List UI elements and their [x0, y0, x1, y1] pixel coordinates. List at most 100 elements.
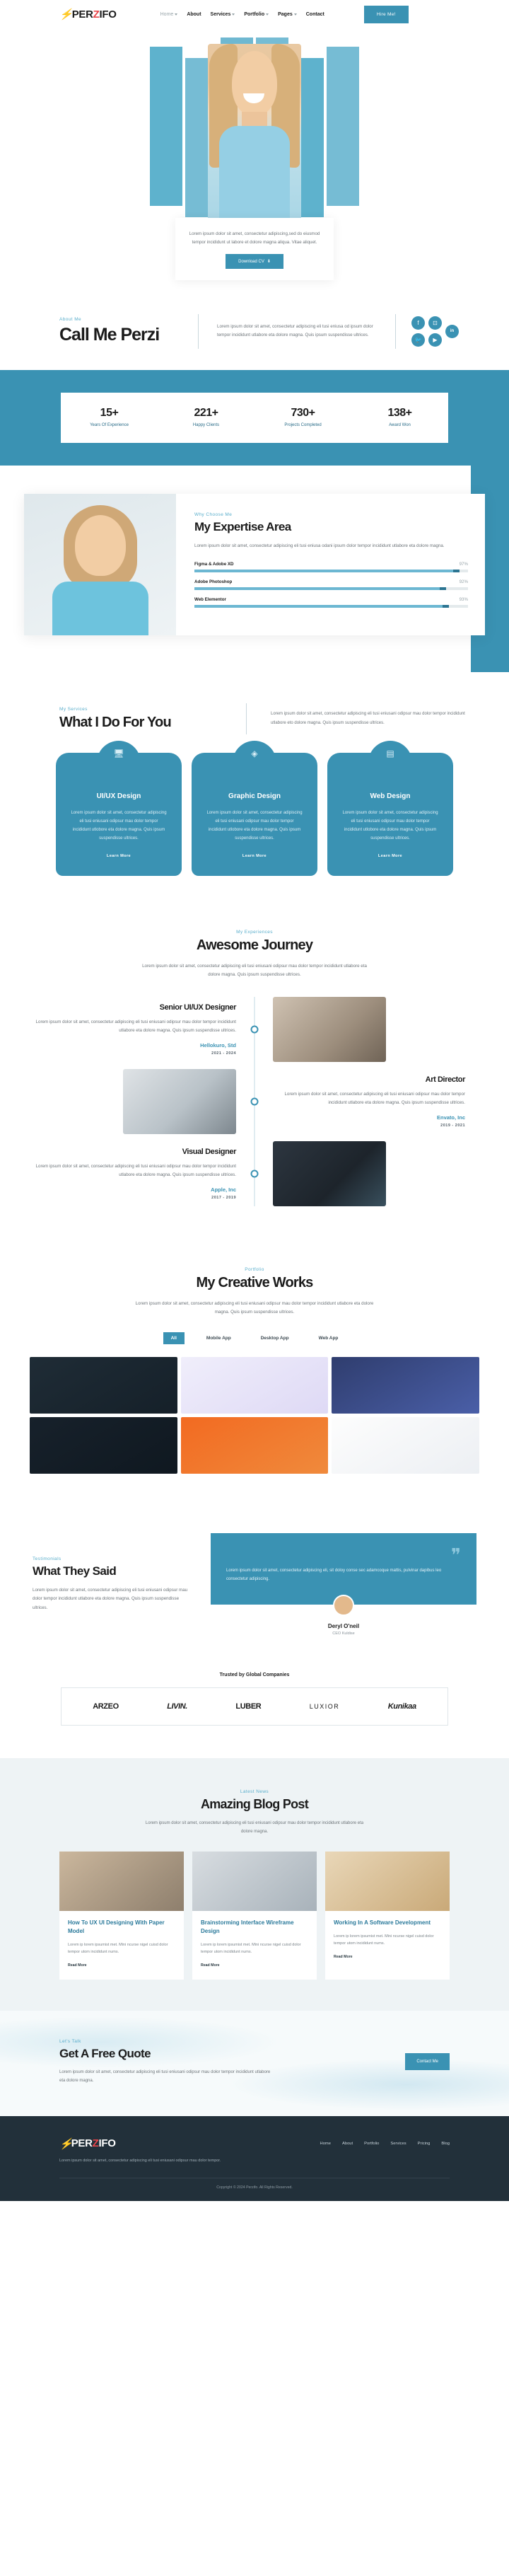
portfolio-tile[interactable] [180, 1417, 329, 1474]
blog-post[interactable]: Brainstorming Interface Wireframe Design… [192, 1851, 317, 1980]
blog-text: Lorem ipsum dolor sit amet, consectetur … [145, 1820, 364, 1834]
timeline-desc: Lorem ipsum dolor sit amet, consectetur … [35, 1163, 236, 1177]
about-title: Call Me Perzi [59, 325, 160, 345]
hero-card-text: Lorem ipsum dolor sit amet, consectetur … [189, 231, 320, 245]
expertise-content: Why Choose Me My Expertise Area Lorem ip… [176, 494, 485, 635]
services-header: My Services What I Do For You Lorem ipsu… [0, 703, 509, 734]
skill-percent: 93% [459, 596, 468, 602]
blog-post[interactable]: How To UX UI Designing With Paper Model … [59, 1851, 184, 1980]
filter-web-app[interactable]: Web App [311, 1332, 346, 1344]
footer-brand-block: ⚡ PERZIFO Lorem ipsum dolor sit amet, co… [59, 2137, 222, 2165]
blog-post-title[interactable]: Brainstorming Interface Wireframe Design [201, 1919, 308, 1936]
timeline-years: 2021 - 2024 [211, 1051, 236, 1056]
blog-post-body: How To UX UI Designing With Paper Model … [59, 1911, 184, 1980]
footer-link-about[interactable]: About [342, 2142, 353, 2146]
blog-section: Latest News Amazing Blog Post Lorem ipsu… [0, 1757, 509, 2011]
portfolio-tile[interactable] [332, 1417, 479, 1474]
service-card-graphic[interactable]: ◈ Graphic Design Lorem ipsum dolor sit a… [192, 749, 317, 876]
footer-link-portfolio[interactable]: Portfolio [364, 2142, 379, 2146]
main-nav: Home About Services Portfolio Pages Cont… [160, 12, 324, 17]
portfolio-tile[interactable] [30, 1357, 177, 1414]
blog-post-title[interactable]: Working In A Software Development [334, 1919, 441, 1927]
journey-title: Awesome Journey [196, 937, 313, 953]
blog-posts: How To UX UI Designing With Paper Model … [0, 1851, 509, 1980]
nav-label: Portfolio [244, 11, 265, 17]
nav-item-portfolio[interactable]: Portfolio [244, 12, 269, 17]
chevron-down-icon [293, 13, 297, 16]
contact-me-button[interactable]: Contact Me [405, 2053, 450, 2070]
expertise-title: My Expertise Area [194, 519, 291, 533]
chevron-down-icon [232, 13, 235, 16]
linkedin-icon[interactable]: in [445, 324, 459, 338]
timeline-image-wrap [255, 1140, 484, 1206]
facebook-icon[interactable]: f [411, 316, 425, 330]
stat-number: 221+ [194, 406, 218, 419]
blog-post-body: Working In A Software Development Lorem … [325, 1911, 450, 1971]
portfolio-tile[interactable] [180, 1357, 329, 1414]
instagram-icon[interactable]: ⊡ [428, 316, 442, 330]
download-cv-button[interactable]: Download CV ⬇ [226, 254, 283, 269]
hero-card: Lorem ipsum dolor sit amet, consectetur … [175, 218, 334, 280]
journey-section: My Experiences Awesome Journey Lorem ips… [0, 897, 509, 1235]
portfolio-tile[interactable] [30, 1417, 177, 1474]
service-card-web[interactable]: ▤ Web Design Lorem ipsum dolor sit amet,… [327, 749, 453, 876]
about-section: About Me Call Me Perzi Lorem ipsum dolor… [0, 267, 509, 370]
twitter-icon[interactable]: 🐦 [411, 333, 425, 347]
brands-section: Trusted by Global Companies ARZEO LIVIN.… [0, 1667, 509, 1758]
skill-item: Adobe Photoshop 92% [194, 579, 468, 590]
skill-item: Web Elementor 93% [194, 597, 468, 608]
portfolio-filters: All Mobile App Desktop App Web App [0, 1332, 509, 1345]
services-heading-block: My Services What I Do For You [59, 707, 222, 731]
timeline-role: Senior UI/UX Designer [159, 1003, 237, 1012]
timeline-company: Hellokuro, Std [200, 1041, 236, 1049]
youtube-icon[interactable]: ▶ [428, 333, 442, 347]
nav-item-about[interactable]: About [187, 12, 201, 17]
testimonial-card: ❞ Lorem ipsum dolor sit amet, consectetu… [211, 1533, 476, 1616]
site-logo[interactable]: ⚡ PERZIFO [59, 8, 117, 21]
timeline-dot [250, 1169, 259, 1178]
blog-post-title[interactable]: How To UX UI Designing With Paper Model [68, 1919, 175, 1936]
blog-post-image [192, 1851, 317, 1911]
nav-item-pages[interactable]: Pages [278, 12, 297, 17]
footer-link-blog[interactable]: Blog [441, 2142, 450, 2146]
skill-track [194, 569, 468, 572]
blog-post-image [59, 1851, 184, 1911]
service-learn-more[interactable]: Learn More [378, 854, 402, 858]
blog-read-more[interactable]: Read More [68, 1963, 87, 1968]
timeline-entry: Visual Designer Lorem ipsum dolor sit am… [0, 1140, 509, 1206]
timeline-entry: Senior UI/UX Designer Lorem ipsum dolor … [0, 996, 509, 1062]
stat-item: 221+ Happy Clients [158, 407, 255, 427]
filter-all[interactable]: All [163, 1332, 185, 1345]
footer-logo[interactable]: ⚡ PERZIFO [59, 2137, 222, 2150]
services-cards: 🖥 UI/UX Design Lorem ipsum dolor sit ame… [0, 749, 509, 876]
filter-mobile-app[interactable]: Mobile App [199, 1332, 239, 1344]
footer-link-services[interactable]: Services [390, 2142, 406, 2146]
nav-item-home[interactable]: Home [160, 12, 178, 17]
stat-label: Happy Clients [192, 422, 220, 427]
service-learn-more[interactable]: Learn More [242, 854, 267, 858]
timeline-desc: Lorem ipsum dolor sit amet, consectetur … [284, 1091, 465, 1105]
blog-read-more[interactable]: Read More [201, 1963, 220, 1968]
timeline-text: Art Director Lorem ipsum dolor sit amet,… [255, 1075, 484, 1128]
hire-me-button[interactable]: Hire Me! [363, 5, 409, 23]
blog-post[interactable]: Working In A Software Development Lorem … [325, 1851, 450, 1980]
footer-link-pricing[interactable]: Pricing [418, 2142, 431, 2146]
filter-desktop-app[interactable]: Desktop App [253, 1332, 297, 1344]
nav-item-contact[interactable]: Contact [306, 12, 324, 17]
service-text: Lorem ipsum dolor sit amet, consectetur … [206, 810, 303, 841]
nav-item-services[interactable]: Services [211, 12, 235, 17]
blog-post-body: Brainstorming Interface Wireframe Design… [192, 1911, 317, 1980]
skill-knob [440, 587, 447, 590]
service-learn-more[interactable]: Learn More [107, 854, 131, 858]
skill-percent: 92% [459, 579, 468, 584]
about-eyebrow: About Me [59, 317, 82, 323]
service-title: UI/UX Design [96, 792, 141, 800]
portrait-sweater [219, 126, 290, 222]
blog-read-more[interactable]: Read More [334, 1955, 353, 1959]
portfolio-tile[interactable] [332, 1357, 479, 1414]
devices-icon: 🖥 [113, 748, 124, 758]
service-card-uiux[interactable]: 🖥 UI/UX Design Lorem ipsum dolor sit ame… [56, 749, 182, 876]
skill-fill [194, 569, 460, 572]
footer-link-home[interactable]: Home [320, 2142, 331, 2146]
testimonial-author: Deryl O'neil [327, 1622, 360, 1629]
